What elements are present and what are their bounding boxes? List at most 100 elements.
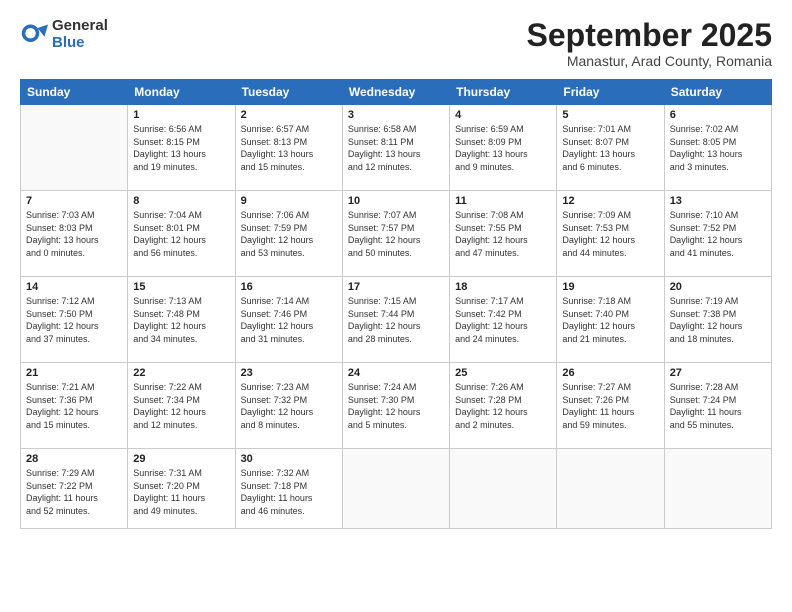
day-number: 20 bbox=[670, 281, 766, 293]
day-info: Sunrise: 7:07 AM Sunset: 7:57 PM Dayligh… bbox=[348, 209, 444, 259]
day-number: 17 bbox=[348, 281, 444, 293]
day-info: Sunrise: 7:31 AM Sunset: 7:20 PM Dayligh… bbox=[133, 467, 229, 517]
day-info: Sunrise: 7:14 AM Sunset: 7:46 PM Dayligh… bbox=[241, 295, 337, 345]
calendar-cell: 20 Sunrise: 7:19 AM Sunset: 7:38 PM Dayli… bbox=[664, 277, 771, 363]
calendar-cell: 15Sunrise: 7:13 AM Sunset: 7:48 PM Dayli… bbox=[128, 277, 235, 363]
logo-general-text: General bbox=[52, 18, 108, 35]
day-info: Sunrise: 7:12 AM Sunset: 7:50 PM Dayligh… bbox=[26, 295, 122, 345]
calendar-cell: 28 Sunrise: 7:29 AM Sunset: 7:22 PM Dayli… bbox=[21, 449, 128, 529]
calendar-cell: 25 Sunrise: 7:26 AM Sunset: 7:28 PM Dayli… bbox=[450, 363, 557, 449]
weekday-header-wednesday: Wednesday bbox=[342, 80, 449, 105]
day-number: 22 bbox=[133, 367, 229, 379]
weekday-header-tuesday: Tuesday bbox=[235, 80, 342, 105]
week-row-4: 21Sunrise: 7:21 AM Sunset: 7:36 PM Dayli… bbox=[21, 363, 772, 449]
day-info: Sunrise: 7:09 AM Sunset: 7:53 PM Dayligh… bbox=[562, 209, 658, 259]
calendar-cell bbox=[342, 449, 449, 529]
weekday-header-sunday: Sunday bbox=[21, 80, 128, 105]
day-info: Sunrise: 7:02 AM Sunset: 8:05 PM Dayligh… bbox=[670, 123, 766, 173]
day-number: 28 bbox=[26, 453, 122, 465]
day-number: 18 bbox=[455, 281, 551, 293]
calendar-cell: 21Sunrise: 7:21 AM Sunset: 7:36 PM Dayli… bbox=[21, 363, 128, 449]
day-number: 16 bbox=[241, 281, 337, 293]
day-number: 3 bbox=[348, 109, 444, 121]
weekday-header-saturday: Saturday bbox=[664, 80, 771, 105]
day-number: 14 bbox=[26, 281, 122, 293]
calendar-cell: 1 Sunrise: 6:56 AM Sunset: 8:15 PM Daylig… bbox=[128, 105, 235, 191]
calendar-cell: 12 Sunrise: 7:09 AM Sunset: 7:53 PM Dayli… bbox=[557, 191, 664, 277]
calendar-cell: 2 Sunrise: 6:57 AM Sunset: 8:13 PM Daylig… bbox=[235, 105, 342, 191]
day-number: 2 bbox=[241, 109, 337, 121]
day-number: 26 bbox=[562, 367, 658, 379]
day-number: 29 bbox=[133, 453, 229, 465]
calendar-cell: 29 Sunrise: 7:31 AM Sunset: 7:20 PM Dayli… bbox=[128, 449, 235, 529]
calendar-table: SundayMondayTuesdayWednesdayThursdayFrid… bbox=[20, 79, 772, 529]
calendar-cell: 13 Sunrise: 7:10 AM Sunset: 7:52 PM Dayli… bbox=[664, 191, 771, 277]
day-info: Sunrise: 7:26 AM Sunset: 7:28 PM Dayligh… bbox=[455, 381, 551, 431]
calendar-cell: 3 Sunrise: 6:58 AM Sunset: 8:11 PM Daylig… bbox=[342, 105, 449, 191]
day-number: 19 bbox=[562, 281, 658, 293]
weekday-header-thursday: Thursday bbox=[450, 80, 557, 105]
calendar-cell: 17 Sunrise: 7:15 AM Sunset: 7:44 PM Dayli… bbox=[342, 277, 449, 363]
day-number: 27 bbox=[670, 367, 766, 379]
day-number: 4 bbox=[455, 109, 551, 121]
calendar-cell: 24Sunrise: 7:24 AM Sunset: 7:30 PM Dayli… bbox=[342, 363, 449, 449]
logo: General Blue bbox=[20, 18, 108, 51]
day-info: Sunrise: 7:23 AM Sunset: 7:32 PM Dayligh… bbox=[241, 381, 337, 431]
day-number: 25 bbox=[455, 367, 551, 379]
day-info: Sunrise: 7:06 AM Sunset: 7:59 PM Dayligh… bbox=[241, 209, 337, 259]
day-info: Sunrise: 7:15 AM Sunset: 7:44 PM Dayligh… bbox=[348, 295, 444, 345]
day-info: Sunrise: 7:08 AM Sunset: 7:55 PM Dayligh… bbox=[455, 209, 551, 259]
day-info: Sunrise: 7:22 AM Sunset: 7:34 PM Dayligh… bbox=[133, 381, 229, 431]
day-info: Sunrise: 6:57 AM Sunset: 8:13 PM Dayligh… bbox=[241, 123, 337, 173]
calendar-cell: 26 Sunrise: 7:27 AM Sunset: 7:26 PM Dayli… bbox=[557, 363, 664, 449]
day-number: 5 bbox=[562, 109, 658, 121]
day-info: Sunrise: 7:10 AM Sunset: 7:52 PM Dayligh… bbox=[670, 209, 766, 259]
weekday-header-monday: Monday bbox=[128, 80, 235, 105]
day-info: Sunrise: 7:01 AM Sunset: 8:07 PM Dayligh… bbox=[562, 123, 658, 173]
day-number: 7 bbox=[26, 195, 122, 207]
week-row-2: 7Sunrise: 7:03 AM Sunset: 8:03 PM Daylig… bbox=[21, 191, 772, 277]
calendar-cell: 19Sunrise: 7:18 AM Sunset: 7:40 PM Dayli… bbox=[557, 277, 664, 363]
title-block: September 2025 Manastur, Arad County, Ro… bbox=[527, 18, 772, 69]
calendar-cell: 30Sunrise: 7:32 AM Sunset: 7:18 PM Dayli… bbox=[235, 449, 342, 529]
calendar-cell: 9 Sunrise: 7:06 AM Sunset: 7:59 PM Daylig… bbox=[235, 191, 342, 277]
calendar-cell: 11 Sunrise: 7:08 AM Sunset: 7:55 PM Dayli… bbox=[450, 191, 557, 277]
day-info: Sunrise: 7:27 AM Sunset: 7:26 PM Dayligh… bbox=[562, 381, 658, 431]
day-info: Sunrise: 6:59 AM Sunset: 8:09 PM Dayligh… bbox=[455, 123, 551, 173]
day-number: 23 bbox=[241, 367, 337, 379]
calendar-cell: 5 Sunrise: 7:01 AM Sunset: 8:07 PM Daylig… bbox=[557, 105, 664, 191]
calendar-cell: 18Sunrise: 7:17 AM Sunset: 7:42 PM Dayli… bbox=[450, 277, 557, 363]
day-info: Sunrise: 7:28 AM Sunset: 7:24 PM Dayligh… bbox=[670, 381, 766, 431]
day-info: Sunrise: 7:32 AM Sunset: 7:18 PM Dayligh… bbox=[241, 467, 337, 517]
day-info: Sunrise: 7:21 AM Sunset: 7:36 PM Dayligh… bbox=[26, 381, 122, 431]
day-info: Sunrise: 7:29 AM Sunset: 7:22 PM Dayligh… bbox=[26, 467, 122, 517]
month-title: September 2025 bbox=[527, 18, 772, 53]
day-number: 15 bbox=[133, 281, 229, 293]
day-number: 8 bbox=[133, 195, 229, 207]
calendar-cell: 7Sunrise: 7:03 AM Sunset: 8:03 PM Daylig… bbox=[21, 191, 128, 277]
day-number: 9 bbox=[241, 195, 337, 207]
calendar-cell: 6 Sunrise: 7:02 AM Sunset: 8:05 PM Daylig… bbox=[664, 105, 771, 191]
day-number: 1 bbox=[133, 109, 229, 121]
day-number: 13 bbox=[670, 195, 766, 207]
calendar-cell bbox=[21, 105, 128, 191]
calendar-cell: 8Sunrise: 7:04 AM Sunset: 8:01 PM Daylig… bbox=[128, 191, 235, 277]
weekday-header-friday: Friday bbox=[557, 80, 664, 105]
header: General Blue September 2025 Manastur, Ar… bbox=[20, 18, 772, 69]
page: General Blue September 2025 Manastur, Ar… bbox=[0, 0, 792, 612]
calendar-cell bbox=[557, 449, 664, 529]
logo-icon bbox=[20, 21, 48, 49]
day-number: 12 bbox=[562, 195, 658, 207]
day-number: 11 bbox=[455, 195, 551, 207]
day-info: Sunrise: 7:19 AM Sunset: 7:38 PM Dayligh… bbox=[670, 295, 766, 345]
calendar-cell: 14 Sunrise: 7:12 AM Sunset: 7:50 PM Dayli… bbox=[21, 277, 128, 363]
logo-text: General Blue bbox=[52, 18, 108, 51]
calendar-cell bbox=[450, 449, 557, 529]
day-info: Sunrise: 6:56 AM Sunset: 8:15 PM Dayligh… bbox=[133, 123, 229, 173]
day-number: 6 bbox=[670, 109, 766, 121]
calendar-cell: 22 Sunrise: 7:22 AM Sunset: 7:34 PM Dayli… bbox=[128, 363, 235, 449]
weekday-header-row: SundayMondayTuesdayWednesdayThursdayFrid… bbox=[21, 80, 772, 105]
calendar-cell: 4 Sunrise: 6:59 AM Sunset: 8:09 PM Daylig… bbox=[450, 105, 557, 191]
calendar-cell: 23 Sunrise: 7:23 AM Sunset: 7:32 PM Dayli… bbox=[235, 363, 342, 449]
day-info: Sunrise: 6:58 AM Sunset: 8:11 PM Dayligh… bbox=[348, 123, 444, 173]
